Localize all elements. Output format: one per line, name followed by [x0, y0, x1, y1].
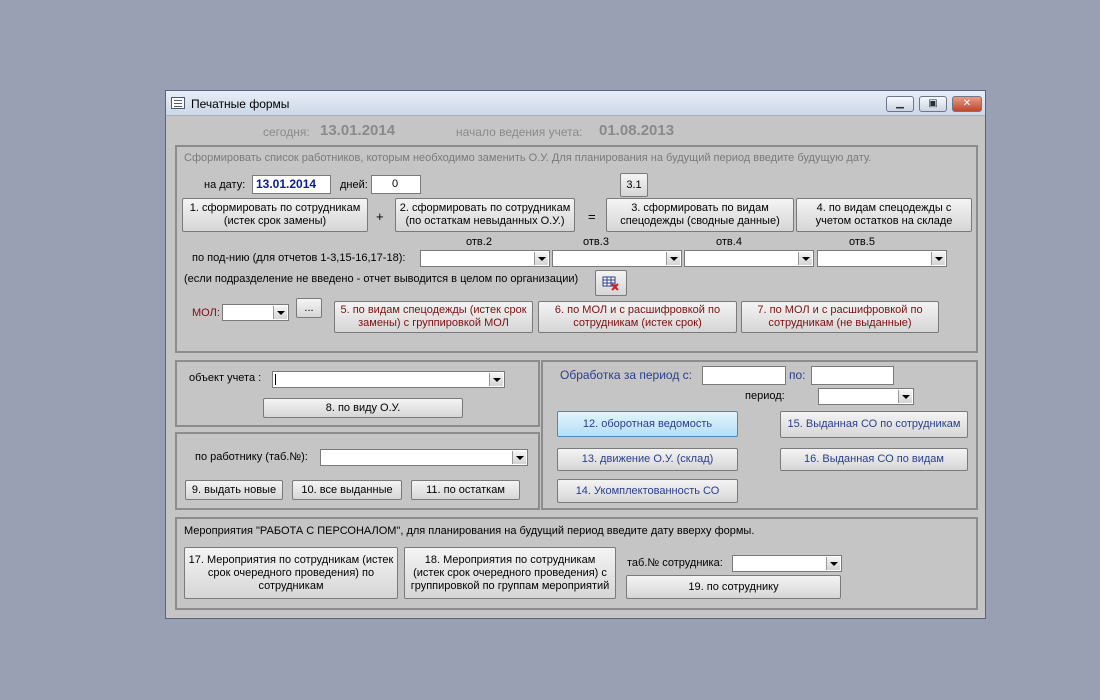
- report-10-button[interactable]: 10. все выданные: [292, 480, 402, 500]
- otv5-combo[interactable]: [817, 250, 947, 267]
- report-4-button[interactable]: 4. по видам спецодежды с учетом остатков…: [796, 198, 972, 232]
- report-9-button[interactable]: 9. выдать новые: [185, 480, 283, 500]
- events-panel: Мероприятия "РАБОТА С ПЕРСОНАЛОМ", для п…: [175, 517, 978, 610]
- object-combo[interactable]: [272, 371, 505, 388]
- chevron-down-icon[interactable]: [798, 252, 812, 265]
- otv2-label: отв.2: [466, 236, 492, 248]
- start-value: 01.08.2013: [599, 122, 675, 139]
- worker-combo[interactable]: [320, 449, 528, 466]
- period-from-label: Обработка за период с:: [560, 368, 692, 382]
- report-13-button[interactable]: 13. движение О.У. (склад): [557, 448, 738, 471]
- tab-number-label: таб.№ сотрудника:: [627, 557, 723, 569]
- object-panel: объект учета : 8. по виду О.У.: [175, 360, 540, 427]
- otv3-label: отв.3: [583, 236, 609, 248]
- chevron-down-icon[interactable]: [534, 252, 548, 265]
- mol-browse-button[interactable]: ...: [296, 298, 322, 318]
- today-label: сегодня:: [263, 125, 310, 139]
- object-label: объект учета :: [189, 372, 262, 384]
- worker-label: по работнику (таб.№):: [195, 451, 308, 463]
- equals-sign: =: [588, 209, 596, 224]
- maximize-button[interactable]: ▣: [919, 96, 947, 112]
- otv4-combo[interactable]: [684, 250, 814, 267]
- minimize-button[interactable]: ▁: [886, 96, 914, 112]
- chevron-down-icon[interactable]: [489, 373, 503, 386]
- form-icon: [171, 97, 185, 109]
- report-15-button[interactable]: 15. Выданная СО по сотрудникам: [780, 411, 968, 438]
- period-combo[interactable]: [818, 388, 914, 405]
- report-11-button[interactable]: 11. по остаткам: [411, 480, 520, 500]
- start-label: начало ведения учета:: [456, 125, 583, 139]
- days-field[interactable]: 0: [371, 175, 421, 194]
- reports-panel: Сформировать список работников, которым …: [175, 145, 978, 353]
- report-17-button[interactable]: 17. Мероприятия по сотрудникам (истек ср…: [184, 547, 398, 599]
- worker-panel: по работнику (таб.№): 9. выдать новые 10…: [175, 432, 540, 510]
- title-bar[interactable]: Печатные формы ▁ ▣ ✕: [166, 91, 985, 116]
- days-label: дней:: [340, 179, 368, 191]
- report-14-button[interactable]: 14. Укомплектованность СО: [557, 479, 738, 503]
- dept-label: по под-нию (для отчетов 1-3,15-16,17-18)…: [192, 252, 406, 264]
- dept-combo[interactable]: [420, 250, 550, 267]
- clear-filter-button[interactable]: [595, 270, 627, 296]
- clear-filter-icon: [602, 276, 619, 291]
- plus-sign: +: [376, 209, 384, 224]
- window-title: Печатные формы: [191, 97, 290, 111]
- period-to-field[interactable]: [811, 366, 894, 385]
- close-button[interactable]: ✕: [952, 96, 982, 112]
- chevron-down-icon[interactable]: [273, 306, 287, 319]
- chevron-down-icon[interactable]: [512, 451, 526, 464]
- date-field[interactable]: 13.01.2014: [252, 175, 331, 194]
- otv5-label: отв.5: [849, 236, 875, 248]
- instructions-text: Сформировать список работников, которым …: [184, 152, 872, 164]
- report-12-button[interactable]: 12. оборотная ведомость: [557, 411, 738, 437]
- chevron-down-icon[interactable]: [898, 390, 912, 403]
- text-cursor: [275, 374, 276, 385]
- otv4-label: отв.4: [716, 236, 742, 248]
- report-3-1-button[interactable]: 3.1: [620, 173, 648, 197]
- mol-label: МОЛ:: [192, 307, 220, 319]
- dept-note: (если подразделение не введено - отчет в…: [184, 273, 579, 285]
- period-label: период:: [745, 390, 785, 402]
- report-19-button[interactable]: 19. по сотруднику: [626, 575, 841, 599]
- print-forms-window: Печатные формы ▁ ▣ ✕ сегодня: 13.01.2014…: [165, 90, 986, 619]
- report-1-button[interactable]: 1. сформировать по сотрудникам (истек ср…: [182, 198, 368, 232]
- events-title: Мероприятия "РАБОТА С ПЕРСОНАЛОМ", для п…: [184, 525, 755, 537]
- report-18-button[interactable]: 18. Мероприятия по сотрудникам (истек ср…: [404, 547, 616, 599]
- report-16-button[interactable]: 16. Выданная СО по видам: [780, 448, 968, 471]
- period-to-label: по:: [789, 368, 806, 382]
- report-5-button[interactable]: 5. по видам спецодежды (истек срок замен…: [334, 301, 533, 333]
- date-label: на дату:: [204, 179, 246, 191]
- chevron-down-icon[interactable]: [666, 252, 680, 265]
- period-panel: Обработка за период с: по: период: 12. о…: [541, 360, 978, 510]
- chevron-down-icon[interactable]: [931, 252, 945, 265]
- otv3-combo[interactable]: [552, 250, 682, 267]
- chevron-down-icon[interactable]: [826, 557, 840, 570]
- mol-combo[interactable]: [222, 304, 289, 321]
- tab-number-combo[interactable]: [732, 555, 842, 572]
- report-2-button[interactable]: 2. сформировать по сотрудникам (по остат…: [395, 198, 575, 232]
- report-6-button[interactable]: 6. по МОЛ и с расшифровкой по сотрудника…: [538, 301, 737, 333]
- report-3-button[interactable]: 3. сформировать по видам спецодежды (сво…: [606, 198, 794, 232]
- report-7-button[interactable]: 7. по МОЛ и с расшифровкой по сотрудника…: [741, 301, 939, 333]
- period-from-field[interactable]: [702, 366, 786, 385]
- report-8-button[interactable]: 8. по виду О.У.: [263, 398, 463, 418]
- today-value: 13.01.2014: [320, 122, 396, 139]
